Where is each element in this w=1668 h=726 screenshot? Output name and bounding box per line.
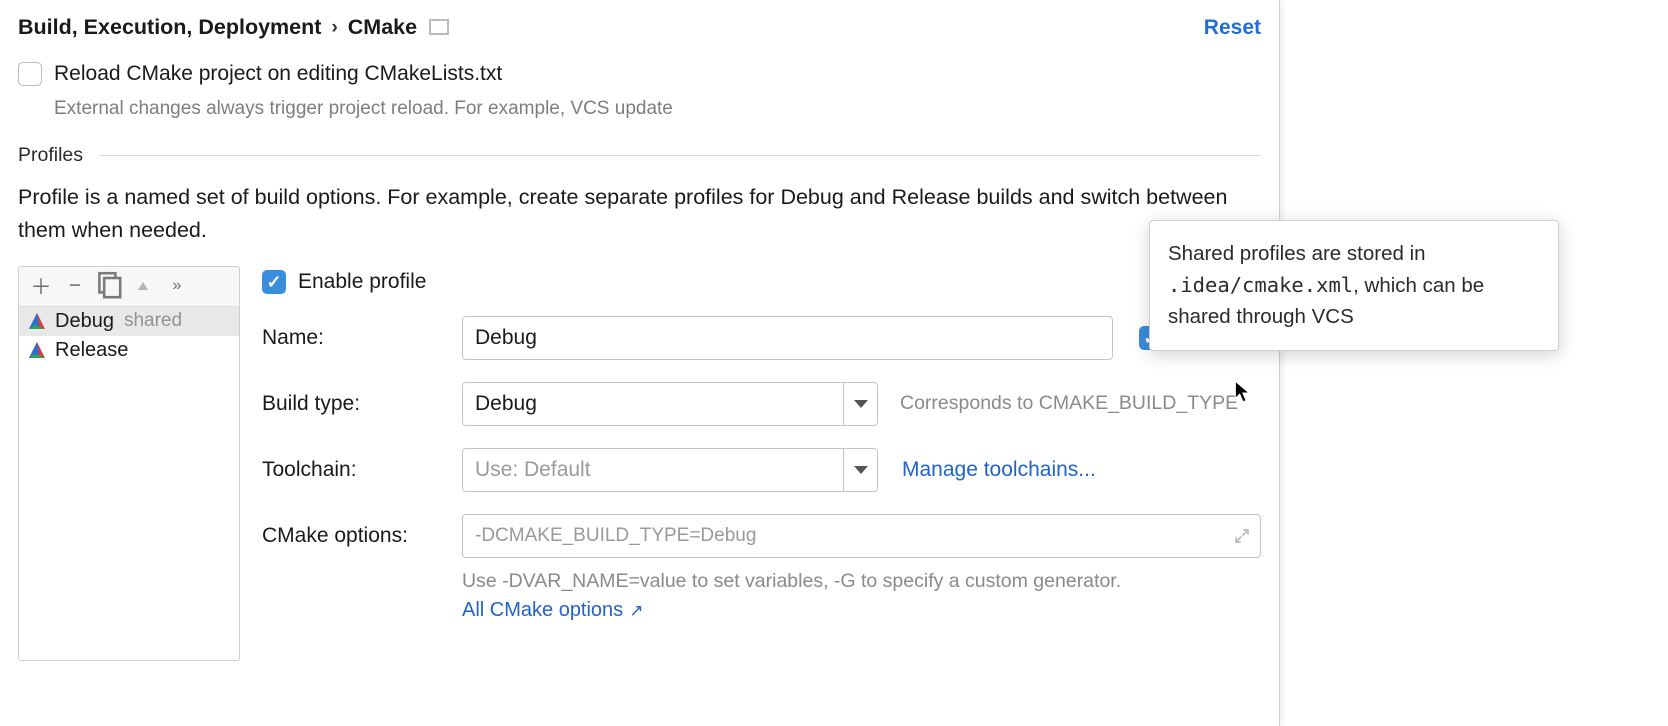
- toolchain-row: Toolchain: Use: Default Manage toolchain…: [262, 448, 1261, 492]
- profile-item-label: Release: [55, 339, 128, 362]
- enable-profile-label[interactable]: Enable profile: [298, 270, 426, 294]
- breadcrumb-current: CMake: [348, 15, 417, 40]
- remove-profile-button[interactable]: −: [59, 271, 91, 301]
- toolchain-label: Toolchain:: [262, 458, 454, 482]
- profiles-title: Profiles: [18, 144, 83, 167]
- divider-line: [99, 155, 1261, 156]
- chevron-down-icon: [843, 382, 877, 426]
- reload-checkbox[interactable]: [18, 62, 42, 86]
- build-type-row: Build type: Debug Corresponds to CMAKE_B…: [262, 382, 1261, 426]
- cmake-options-label: CMake options:: [262, 524, 454, 548]
- profile-item-debug[interactable]: Debug shared: [19, 307, 239, 336]
- name-input[interactable]: Debug: [462, 316, 1113, 360]
- share-help-tooltip: Shared profiles are stored in .idea/cmak…: [1149, 220, 1559, 351]
- breadcrumb-parent[interactable]: Build, Execution, Deployment: [18, 15, 321, 40]
- toolchain-select[interactable]: Use: Default: [462, 448, 878, 492]
- reload-checkbox-row: Reload CMake project on editing CMakeLis…: [18, 62, 1261, 86]
- cmake-options-input[interactable]: -DCMAKE_BUILD_TYPE=Debug: [462, 514, 1261, 558]
- cmake-options-row: CMake options: -DCMAKE_BUILD_TYPE=Debug: [262, 514, 1261, 558]
- build-type-value: Debug: [475, 392, 537, 416]
- cmake-icon: [27, 340, 47, 360]
- move-up-button[interactable]: [127, 271, 159, 301]
- copy-icon: [93, 270, 125, 302]
- tooltip-text-1: Shared profiles are stored in: [1168, 242, 1426, 265]
- add-profile-button[interactable]: ＋: [25, 271, 57, 301]
- toolchain-value: Use: Default: [475, 458, 591, 482]
- copy-profile-button[interactable]: [93, 271, 125, 301]
- enable-profile-row: Enable profile: [262, 270, 1261, 294]
- profile-item-tag: shared: [124, 310, 182, 332]
- more-button[interactable]: »: [161, 271, 193, 301]
- reset-link[interactable]: Reset: [1204, 16, 1261, 40]
- profiles-toolbar: ＋ − »: [19, 267, 239, 307]
- triangle-up-icon: [136, 279, 150, 293]
- build-type-label: Build type:: [262, 392, 454, 416]
- reload-subtext: External changes always trigger project …: [54, 98, 1261, 120]
- expand-icon[interactable]: [1234, 528, 1250, 544]
- build-type-select[interactable]: Debug: [462, 382, 878, 426]
- manage-toolchains-link[interactable]: Manage toolchains...: [902, 458, 1096, 482]
- cmake-icon: [27, 311, 47, 331]
- chevron-down-icon: [843, 448, 877, 492]
- profile-form: Enable profile Name: Debug Share ? Build…: [256, 266, 1261, 661]
- profiles-description: Profile is a named set of build options.…: [18, 181, 1261, 248]
- name-row: Name: Debug Share ?: [262, 316, 1261, 360]
- profiles-divider: Profiles: [18, 144, 1261, 167]
- name-label: Name:: [262, 326, 454, 350]
- cmake-options-value: -DCMAKE_BUILD_TYPE=Debug: [475, 525, 756, 547]
- external-link-icon: ↗: [629, 601, 643, 620]
- build-type-hint: Corresponds to CMAKE_BUILD_TYPE: [900, 392, 1238, 415]
- cmake-options-help: Use -DVAR_NAME=value to set variables, -…: [462, 570, 1261, 593]
- settings-panel: Build, Execution, Deployment › CMake Res…: [0, 0, 1280, 726]
- profiles-list: Debug shared Release: [19, 307, 239, 365]
- breadcrumb-separator: ›: [331, 17, 337, 39]
- all-cmake-options-link[interactable]: All CMake options: [462, 599, 623, 621]
- tooltip-code: .idea/cmake.xml: [1168, 273, 1353, 297]
- breadcrumb-row: Build, Execution, Deployment › CMake Res…: [18, 15, 1261, 40]
- profiles-body: ＋ − » Debug shared: [18, 266, 1261, 661]
- profile-item-label: Debug: [55, 310, 114, 333]
- profile-item-release[interactable]: Release: [19, 336, 239, 365]
- enable-profile-checkbox[interactable]: [262, 270, 286, 294]
- reload-checkbox-label[interactable]: Reload CMake project on editing CMakeLis…: [54, 62, 502, 86]
- profiles-sidebar: ＋ − » Debug shared: [18, 266, 240, 661]
- detach-window-icon[interactable]: [431, 21, 449, 35]
